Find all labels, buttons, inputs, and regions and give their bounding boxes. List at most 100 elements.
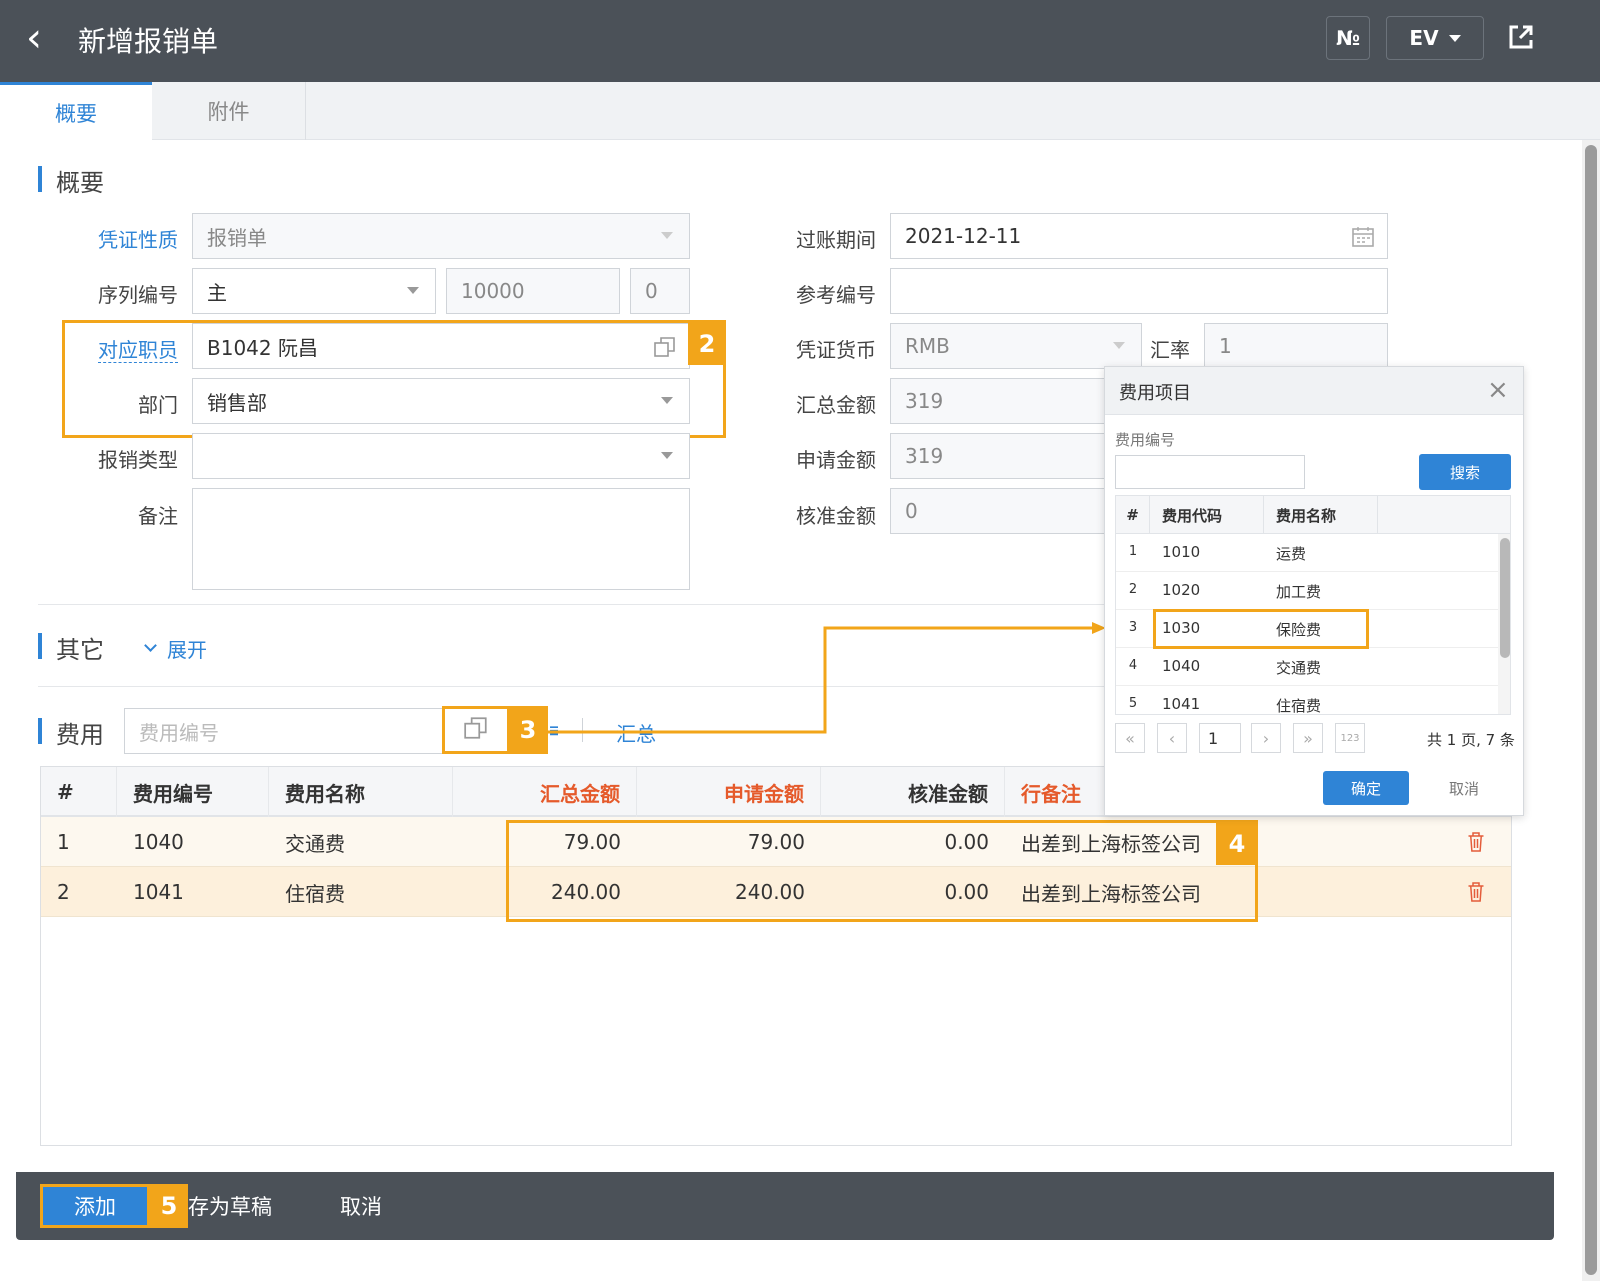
- delete-row-button[interactable]: [1451, 817, 1501, 867]
- next-page-button[interactable]: ›: [1251, 723, 1281, 753]
- cancel-button[interactable]: 取消: [1421, 771, 1507, 805]
- export-icon[interactable]: [1506, 22, 1538, 54]
- highlight-box-4: [506, 820, 1258, 922]
- item-index: 2: [1128, 582, 1138, 597]
- remark-textarea[interactable]: [192, 488, 690, 590]
- list-item[interactable]: 2 1020 加工费: [1116, 572, 1498, 610]
- close-icon[interactable]: ×: [1487, 375, 1509, 405]
- delete-row-button[interactable]: [1451, 867, 1501, 917]
- section-title-summary: 概要: [56, 169, 104, 197]
- expense-item-dialog: 费用项目 × 费用编号 搜索 # 费用代码 费用名称 1 1010 运费 2 1…: [1104, 366, 1524, 816]
- exchange-rate-field: 1: [1204, 323, 1388, 369]
- expense-type-select[interactable]: [192, 433, 690, 479]
- scrollbar-thumb[interactable]: [1500, 538, 1510, 658]
- request-amount-label: 申请金额: [796, 448, 876, 472]
- scrollbar-thumb[interactable]: [1585, 145, 1597, 1275]
- number-button[interactable]: №: [1326, 16, 1370, 60]
- item-code: 1010: [1162, 543, 1201, 561]
- expand-label: 展开: [167, 638, 207, 662]
- currency-label: 凭证货币: [796, 338, 876, 362]
- item-name: 住宿费: [1276, 697, 1322, 715]
- serial-series-select[interactable]: 主: [192, 268, 436, 314]
- dialog-header: 费用项目 ×: [1105, 367, 1523, 415]
- expense-type-label: 报销类型: [98, 448, 178, 472]
- action-footer: 添加 5 存为草稿 取消: [16, 1172, 1554, 1240]
- voucher-type-select[interactable]: 报销单: [192, 213, 690, 259]
- tab-attachments[interactable]: 附件: [152, 82, 306, 140]
- item-index: 5: [1128, 696, 1138, 711]
- col-header-total: 汇总金额: [453, 767, 637, 817]
- cell-index: 2: [57, 880, 70, 904]
- col-header-index: #: [41, 767, 117, 817]
- table-header: # 费用代码 费用名称: [1116, 496, 1510, 534]
- prev-page-button[interactable]: ‹: [1157, 723, 1187, 753]
- page-size-icon[interactable]: 123: [1335, 723, 1365, 753]
- chevron-down-icon: [661, 232, 673, 239]
- page-number-input[interactable]: 1: [1199, 723, 1241, 753]
- posting-period-label: 过账期间: [796, 228, 876, 252]
- save-draft-button[interactable]: 存为草稿: [188, 1184, 272, 1228]
- item-code: 1041: [1162, 695, 1201, 713]
- col-header-name: 费用名称: [269, 767, 453, 817]
- connector-arrow: [548, 622, 1106, 734]
- expand-toggle[interactable]: 展开: [144, 634, 207, 663]
- search-button[interactable]: 搜索: [1419, 454, 1511, 490]
- total-amount-label: 汇总金额: [796, 393, 876, 417]
- item-index: 1: [1128, 544, 1138, 559]
- reference-no-input[interactable]: [890, 268, 1388, 314]
- step-badge-2: 2: [688, 323, 726, 365]
- posting-period-value: 2021-12-11: [905, 224, 1022, 248]
- item-index: 4: [1128, 658, 1138, 673]
- step-badge-4: 4: [1216, 823, 1258, 865]
- cell-name: 住宿费: [285, 881, 345, 906]
- cell-code: 1041: [133, 880, 184, 904]
- search-label: 费用编号: [1115, 431, 1176, 449]
- col-header-request: 申请金额: [637, 767, 821, 817]
- ev-dropdown-button[interactable]: EV: [1386, 16, 1484, 60]
- last-page-button[interactable]: »: [1293, 723, 1323, 753]
- list-item[interactable]: 1 1010 运费: [1116, 534, 1498, 572]
- copy-lookup-icon: [463, 715, 489, 745]
- cancel-button[interactable]: 取消: [316, 1184, 406, 1228]
- col-header-approved: 核准金额: [821, 767, 1005, 817]
- posting-period-field[interactable]: 2021-12-11: [890, 213, 1388, 259]
- tab-summary[interactable]: 概要: [0, 82, 152, 140]
- section-marker: [38, 633, 42, 659]
- approved-amount-field: 0: [890, 488, 1110, 534]
- first-page-button[interactable]: «: [1115, 723, 1145, 753]
- chevron-down-icon: [144, 639, 157, 652]
- tab-bar: 概要 附件: [0, 82, 1600, 140]
- item-code: 1040: [1162, 657, 1201, 675]
- trash-icon: [1468, 832, 1484, 852]
- section-marker: [38, 166, 42, 192]
- search-input[interactable]: [1115, 455, 1305, 489]
- confirm-button[interactable]: 确定: [1323, 771, 1409, 805]
- list-item[interactable]: 5 1041 住宿费: [1116, 686, 1498, 715]
- vertical-scrollbar[interactable]: [1582, 140, 1600, 1281]
- col-header-code: 费用编号: [117, 767, 269, 817]
- section-title-other: 其它: [56, 636, 104, 664]
- divider: [38, 604, 1108, 605]
- item-name: 加工费: [1276, 583, 1322, 601]
- section-marker: [38, 718, 42, 744]
- section-title-expense: 费用: [56, 721, 104, 749]
- chevron-down-icon: [1113, 342, 1125, 349]
- expense-item-table: # 费用代码 费用名称 1 1010 运费 2 1020 加工费 3 1030 …: [1115, 495, 1511, 715]
- back-icon[interactable]: ‹: [26, 18, 42, 58]
- list-item[interactable]: 4 1040 交通费: [1116, 648, 1498, 686]
- voucher-type-label: 凭证性质: [98, 228, 178, 252]
- page-title: 新增报销单: [78, 25, 219, 58]
- calendar-icon[interactable]: [1351, 225, 1375, 254]
- list-scrollbar[interactable]: [1498, 534, 1510, 714]
- ev-label: EV: [1409, 26, 1439, 50]
- currency-select[interactable]: RMB: [890, 323, 1142, 369]
- serial-number-field: 10000: [446, 268, 620, 314]
- total-amount-field: 319: [890, 378, 1110, 424]
- lookup-button[interactable]: [442, 706, 510, 754]
- add-button[interactable]: 添加: [40, 1184, 150, 1228]
- remark-label: 备注: [138, 504, 178, 528]
- item-name: 交通费: [1276, 659, 1322, 677]
- step-badge-5: 5: [150, 1184, 188, 1228]
- trash-icon: [1468, 882, 1484, 902]
- request-amount-field: 319: [890, 433, 1110, 479]
